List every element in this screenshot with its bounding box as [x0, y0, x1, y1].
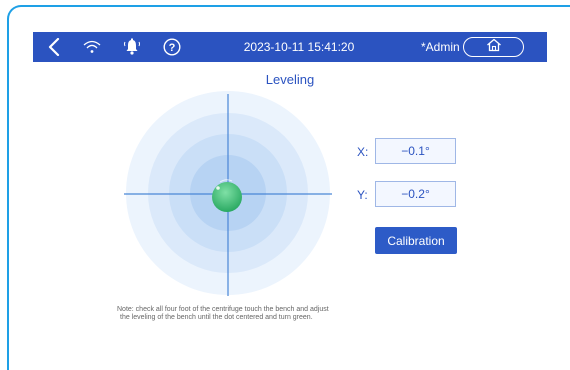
current-user-label: *Admin [421, 40, 460, 54]
x-value-field: −0.1° [375, 138, 456, 164]
bubble-highlight [216, 186, 220, 190]
y-axis-label: Y: [357, 188, 368, 202]
level-bubble [212, 182, 242, 212]
home-icon [486, 38, 502, 57]
wifi-icon [79, 32, 105, 62]
leveling-note: Note: check all four foot of the centrif… [117, 306, 417, 322]
home-button[interactable] [463, 37, 524, 57]
help-icon[interactable]: ? [159, 32, 185, 62]
alarm-bell-icon[interactable] [119, 32, 145, 62]
note-line-1: Note: check all four foot of the centrif… [117, 306, 329, 313]
note-line-2: the leveling of the bench until the dot … [120, 314, 313, 321]
top-bar: ? 2023-10-11 15:41:20 *Admin [33, 32, 547, 62]
x-axis-label: X: [357, 145, 369, 159]
level-indicator [124, 91, 332, 296]
y-value-field: −0.2° [375, 181, 456, 207]
svg-text:?: ? [169, 42, 176, 54]
back-icon[interactable] [41, 32, 67, 62]
datetime-display: 2023-10-11 15:41:20 [243, 40, 355, 54]
calibration-button[interactable]: Calibration [375, 227, 457, 254]
page-title: Leveling [265, 72, 315, 87]
